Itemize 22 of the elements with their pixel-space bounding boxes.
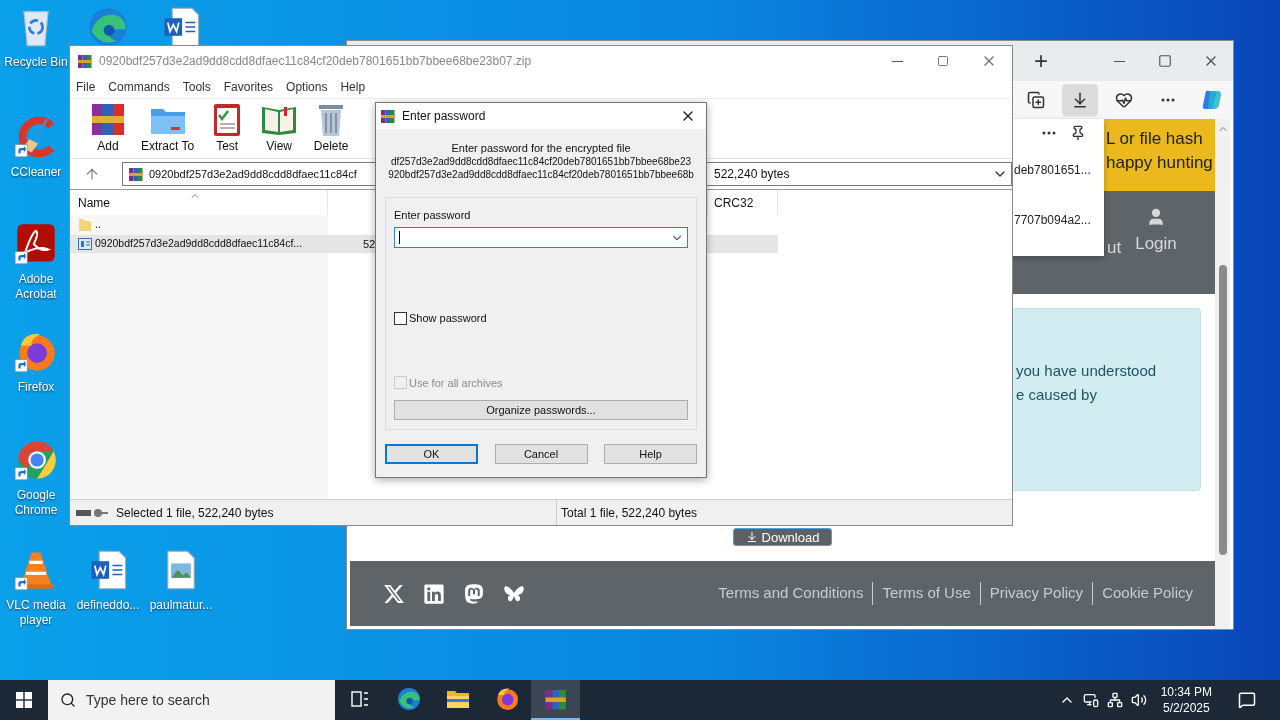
file-size: 52	[363, 236, 376, 252]
notice-text: e caused by	[1016, 385, 1098, 405]
notice-text: you have understood	[1016, 361, 1158, 381]
field-label: Enter password	[394, 208, 472, 222]
status-text: Selected 1 file, 522,240 bytes	[116, 504, 275, 522]
path-text: 522,240 bytes	[714, 166, 790, 183]
clock-date: 5/2/2025	[1162, 700, 1210, 716]
banner-text: happy hunting	[1106, 152, 1214, 174]
status-text: Total 1 file, 522,240 bytes	[556, 500, 698, 525]
window-title: 0920bdf257d3e2ad9dd8cdd8dfaec11c84cf20deb7801651bb7bbee68be23b07.zip	[99, 53, 532, 70]
clock-time: 10:34 PM	[1160, 684, 1212, 700]
file-path-text: 920bdf257d3e2ad9dd8cdd8dfaec11c84cf20deb7801651bb7bbee68b	[388, 168, 694, 181]
path-text: 0920bdf257d3e2ad9dd8cdd8dfaec11c84cf	[149, 166, 357, 182]
search-placeholder: Type here to search	[86, 690, 210, 710]
file-name: 0920bdf257d3e2ad9dd8cdd8dfaec11c84cf...	[95, 236, 303, 252]
file-path-text: df257d3e2ad9dd8cdd8dfaec11c84cf20deb7801651bb7bbee68be23	[390, 155, 692, 168]
dialog-message: Enter password for the encrypted file	[451, 141, 631, 155]
banner-text: L or file hash	[1106, 128, 1204, 150]
checkbox-label: Use for all archives	[409, 375, 503, 391]
dialog-title: Enter password	[402, 108, 486, 125]
checkbox-label: Show password	[409, 311, 487, 326]
file-name: ..	[95, 217, 101, 233]
